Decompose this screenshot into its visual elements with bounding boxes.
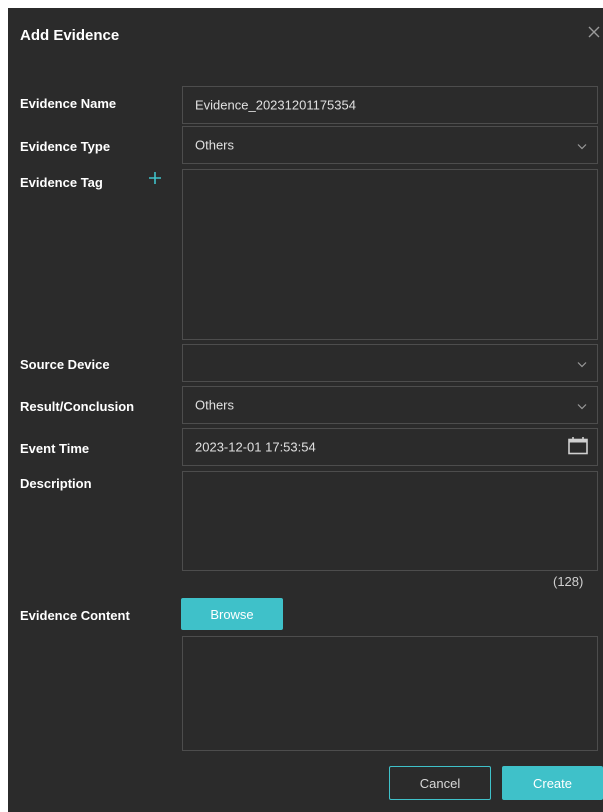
add-evidence-dialog: Add Evidence Evidence Name Evidence_2023… (8, 8, 603, 812)
evidence-content-label: Evidence Content (20, 608, 130, 623)
dialog-title: Add Evidence (20, 27, 120, 44)
description-label: Description (20, 476, 92, 491)
evidence-content-area[interactable] (182, 636, 598, 751)
description-textarea[interactable] (182, 471, 598, 571)
event-time-label: Event Time (20, 441, 90, 456)
source-device-select[interactable] (182, 344, 598, 382)
event-time-input[interactable]: 2023-12-01 17:53:54 (182, 428, 598, 466)
close-icon[interactable] (587, 24, 601, 42)
evidence-tag-label: Evidence Tag (20, 175, 103, 190)
browse-button[interactable]: Browse (181, 598, 283, 630)
chevron-down-icon (577, 138, 587, 153)
calendar-icon[interactable] (568, 437, 588, 458)
evidence-type-value: Others (195, 137, 235, 153)
source-device-label: Source Device (20, 357, 110, 372)
event-time-value: 2023-12-01 17:53:54 (195, 439, 316, 455)
cancel-button[interactable]: Cancel (389, 766, 491, 800)
evidence-name-label: Evidence Name (20, 96, 117, 111)
result-conclusion-select[interactable]: Others (182, 386, 598, 424)
chevron-down-icon (577, 356, 587, 371)
plus-icon[interactable] (148, 171, 162, 185)
evidence-name-value: Evidence_20231201175354 (195, 97, 356, 113)
evidence-type-select[interactable]: Others (182, 126, 598, 164)
evidence-name-input[interactable]: Evidence_20231201175354 (182, 86, 598, 124)
create-button[interactable]: Create (502, 766, 603, 800)
chevron-down-icon (577, 398, 587, 413)
description-char-counter: (128) (553, 574, 584, 589)
evidence-tag-area[interactable] (182, 169, 598, 340)
evidence-type-label: Evidence Type (20, 139, 111, 154)
result-conclusion-value: Others (195, 397, 235, 413)
result-conclusion-label: Result/Conclusion (20, 399, 135, 414)
